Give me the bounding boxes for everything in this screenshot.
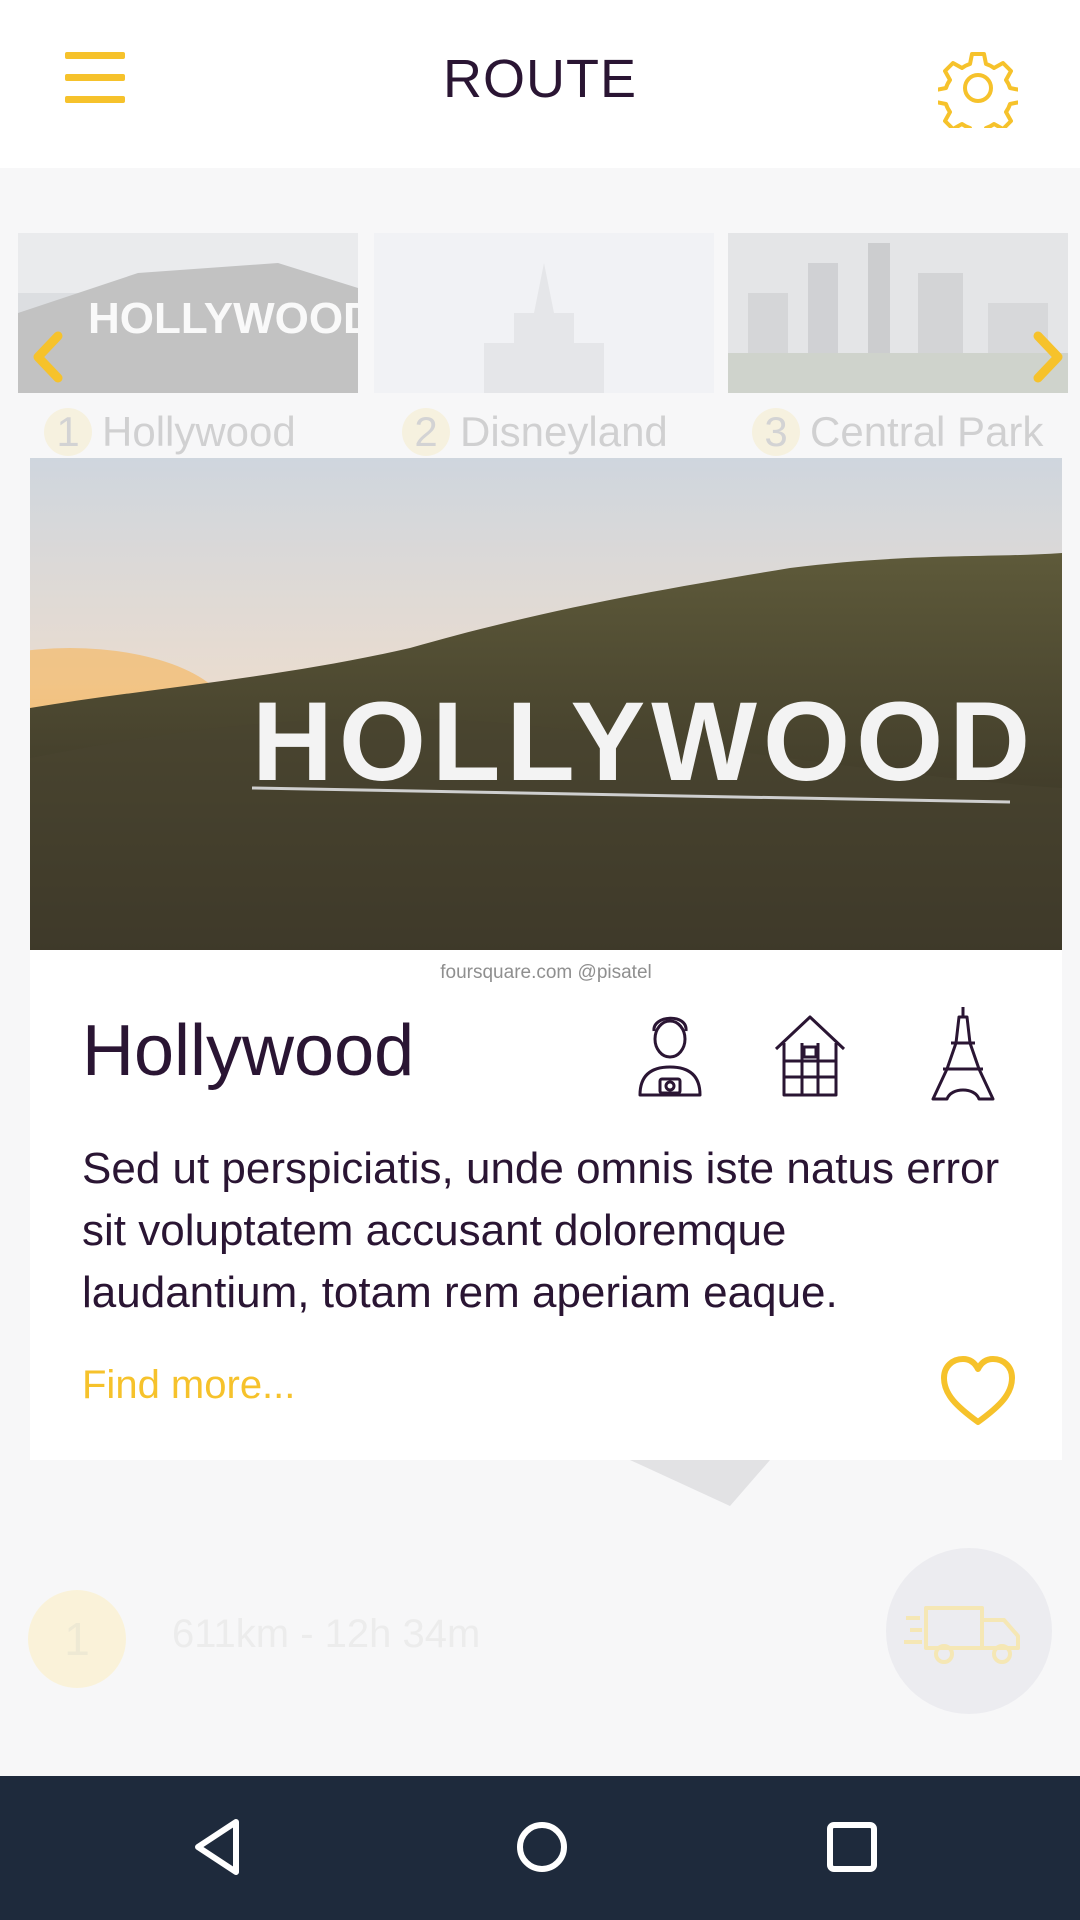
- app-header: ROUTE: [0, 0, 1080, 168]
- hollywood-photo: HOLLYWOOD: [30, 458, 1062, 950]
- place-card: HOLLYWOOD foursquare.com @pisatel Hollyw…: [30, 458, 1062, 1460]
- photographer-icon: [630, 1003, 710, 1103]
- house-icon: [770, 1003, 850, 1103]
- thumbnail-hollywood[interactable]: HOLLYWOOD: [18, 233, 358, 393]
- heart-icon[interactable]: [938, 1354, 1018, 1428]
- find-more-link[interactable]: Find more...: [82, 1363, 295, 1408]
- home-circle-icon[interactable]: [507, 1812, 577, 1882]
- thumbnail-disneyland[interactable]: [374, 233, 714, 393]
- carousel-label-disneyland: 2 Disneyland: [402, 408, 668, 456]
- route-number-badge: 1: [28, 1590, 126, 1688]
- svg-text:HOLLYWOOD: HOLLYWOOD: [88, 294, 358, 343]
- chevron-left-icon[interactable]: [28, 330, 68, 384]
- gear-icon[interactable]: [934, 48, 1022, 140]
- carousel-label-central-park: 3 Central Park: [752, 408, 1043, 456]
- hollywood-sign-text: HOLLYWOOD: [252, 679, 1036, 804]
- eiffel-tower-icon: [923, 1003, 1003, 1103]
- recents-square-icon[interactable]: [817, 1812, 887, 1882]
- card-pointer: [630, 1460, 770, 1506]
- carousel-label-hollywood: 1 Hollywood: [44, 408, 296, 456]
- back-triangle-icon[interactable]: [182, 1812, 252, 1882]
- page-title: ROUTE: [443, 49, 637, 109]
- places-carousel: HOLLYWOOD 1 Hollywood 2 Disneyland 3 Centra…: [0, 168, 1080, 468]
- place-name: Hollywood: [82, 1011, 415, 1091]
- thumbnail-central-park[interactable]: [728, 233, 1068, 393]
- photo-credit: foursquare.com @pisatel: [440, 962, 652, 983]
- route-summary: 611km - 12h 34m: [172, 1612, 481, 1656]
- system-navigation-bar: [0, 1776, 1080, 1920]
- truck-icon[interactable]: [886, 1548, 1052, 1714]
- chevron-right-icon[interactable]: [1028, 330, 1068, 384]
- place-description: Sed ut perspiciatis, unde omnis iste nat…: [82, 1144, 1000, 1317]
